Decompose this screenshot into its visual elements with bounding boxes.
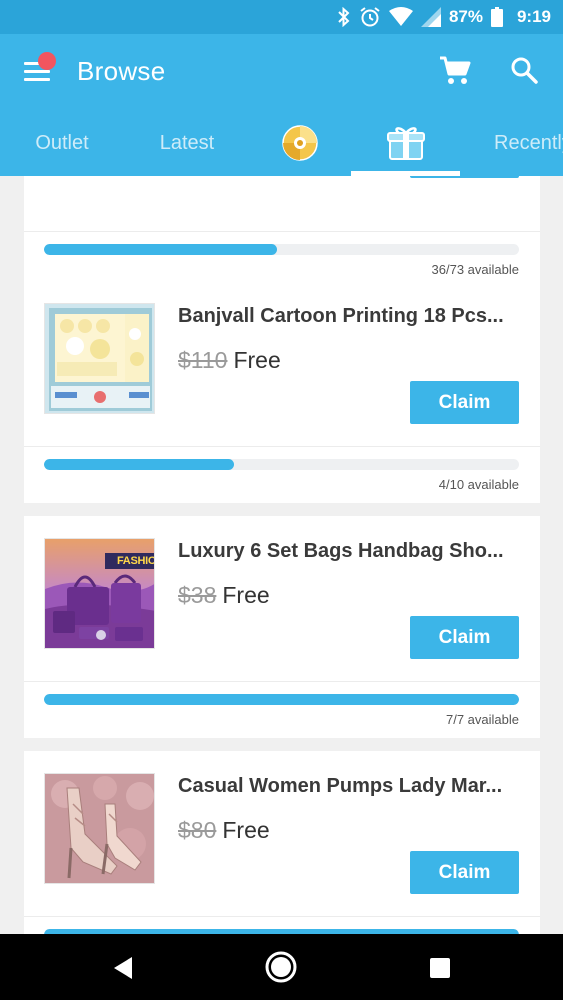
original-price: $110 <box>178 347 228 373</box>
product-image[interactable] <box>44 773 155 884</box>
availability-progress-track <box>44 694 519 705</box>
product-card[interactable]: FASHION Luxury 6 Set Bags Handbag Sho...… <box>24 516 540 738</box>
home-icon <box>265 951 297 983</box>
availability-text: 7/7 available <box>446 712 519 727</box>
availability: 7/7 available <box>24 682 540 738</box>
original-price: $38 <box>178 582 217 608</box>
claim-button[interactable]: Claim <box>410 381 519 424</box>
availability-progress-fill <box>44 459 234 470</box>
back-button[interactable] <box>106 954 140 982</box>
page-title: Browse <box>77 56 166 86</box>
tab-label: Recently <box>494 131 563 154</box>
battery-percent: 87% <box>448 7 483 26</box>
cart-icon <box>440 56 471 84</box>
alarm-icon <box>359 6 381 28</box>
availability: 36/73 available <box>24 232 540 288</box>
product-image-caption: FASHION <box>117 555 154 567</box>
product-name[interactable]: Casual Women Pumps Lady Mar... <box>178 775 518 798</box>
free-price: Free <box>222 582 270 608</box>
home-button[interactable] <box>263 949 299 985</box>
wifi-icon <box>388 7 413 27</box>
product-info: FASHION Luxury 6 Set Bags Handbag Sho...… <box>24 516 540 682</box>
availability: 4/10 available <box>24 447 540 503</box>
availability-progress-track <box>44 459 519 470</box>
back-icon <box>114 957 132 979</box>
availability-progress-fill <box>44 244 277 255</box>
gift-icon <box>386 127 425 160</box>
disc-icon <box>282 125 318 161</box>
app-bar: Browse <box>0 34 563 110</box>
availability-text: 4/10 available <box>438 477 519 492</box>
tab-latest[interactable]: Latest <box>135 110 239 176</box>
claim-button[interactable] <box>410 176 519 178</box>
clock: 9:19 <box>516 7 551 26</box>
tab-outlet[interactable]: Outlet <box>14 110 110 176</box>
tab-label: Latest <box>159 131 215 154</box>
availability-progress-fill <box>44 694 519 705</box>
product-info: Banjvall Cartoon Printing 18 Pcs... $110… <box>24 281 540 447</box>
bluetooth-icon <box>337 7 351 27</box>
tab-disc[interactable] <box>264 110 336 176</box>
tab-recently[interactable]: Recently <box>478 110 563 176</box>
tab-label: Outlet <box>35 131 89 154</box>
product-image[interactable]: FASHION <box>44 538 155 649</box>
product-card: 36/73 available <box>24 176 540 288</box>
product-name[interactable]: Banjvall Cartoon Printing 18 Pcs... <box>178 305 518 328</box>
signal-icon <box>420 7 441 27</box>
product-price: $110 Free <box>178 347 281 374</box>
product-price: $38 Free <box>178 582 270 609</box>
availability <box>24 917 540 934</box>
product-info <box>24 176 540 232</box>
recents-button[interactable] <box>428 956 452 980</box>
cart-button[interactable] <box>438 54 472 88</box>
search-button[interactable] <box>508 54 542 88</box>
product-price: $80 Free <box>178 817 270 844</box>
product-card[interactable]: Banjvall Cartoon Printing 18 Pcs... $110… <box>24 281 540 503</box>
battery-icon <box>490 7 503 27</box>
category-tabs: Outlet Latest Recently <box>0 110 563 176</box>
tab-gift[interactable] <box>351 110 460 176</box>
claim-button[interactable]: Claim <box>410 851 519 894</box>
availability-progress-track <box>44 244 519 255</box>
product-info: Casual Women Pumps Lady Mar... $80 Free C… <box>24 751 540 917</box>
status-bar: 87% 9:19 <box>0 0 563 34</box>
original-price: $80 <box>178 817 217 843</box>
claim-button[interactable]: Claim <box>410 616 519 659</box>
free-price: Free <box>222 817 270 843</box>
product-list[interactable]: 36/73 available Banjvall Cartoon Printin… <box>0 176 563 934</box>
product-image[interactable] <box>44 303 155 414</box>
search-icon <box>511 57 538 84</box>
availability-text: 36/73 available <box>431 262 519 277</box>
free-price: Free <box>233 347 281 373</box>
recents-icon <box>430 958 450 978</box>
product-card[interactable]: Casual Women Pumps Lady Mar... $80 Free C… <box>24 751 540 934</box>
system-nav-bar <box>0 934 563 1000</box>
notification-dot <box>38 52 56 70</box>
product-name[interactable]: Luxury 6 Set Bags Handbag Sho... <box>178 540 518 563</box>
